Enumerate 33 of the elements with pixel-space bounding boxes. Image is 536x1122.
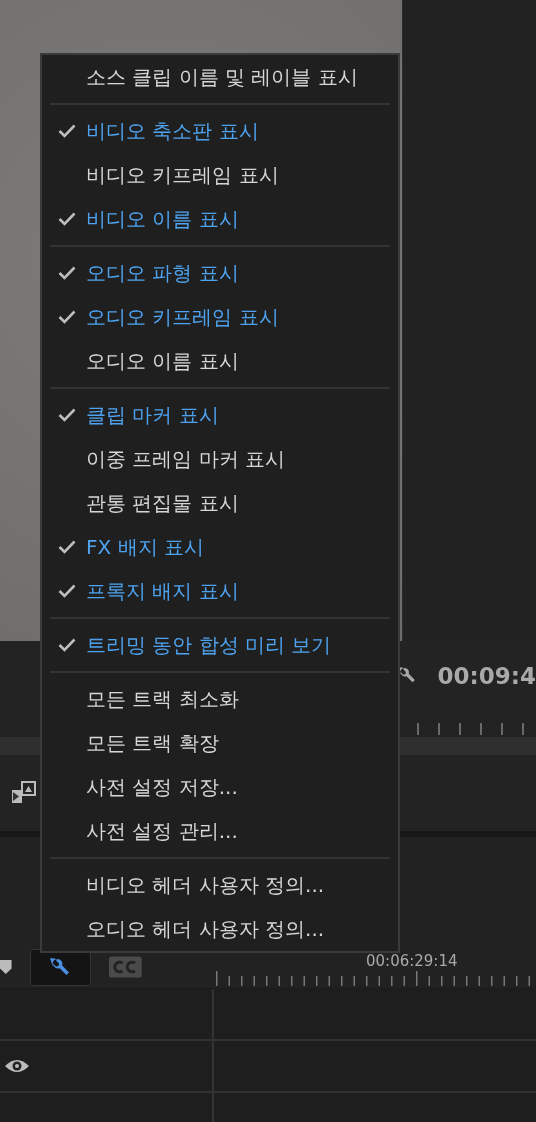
checkmark-icon — [58, 584, 76, 598]
menu-item[interactable]: 소스 클립 이름 및 레이블 표시 — [48, 55, 392, 99]
checkmark-icon — [58, 310, 76, 324]
menu-item[interactable]: 오디오 이름 표시 — [48, 339, 392, 383]
menu-item[interactable]: 트리밍 동안 합성 미리 보기 — [48, 623, 392, 667]
menu-item[interactable]: 비디오 키프레임 표시 — [48, 153, 392, 197]
menu-item[interactable]: 오디오 파형 표시 — [48, 251, 392, 295]
menu-item[interactable]: 클립 마커 표시 — [48, 393, 392, 437]
eye-icon[interactable] — [4, 1058, 30, 1074]
timecode: 00:09:4 — [437, 663, 536, 689]
checkmark-icon — [58, 408, 76, 422]
menu-item[interactable]: 프록지 배지 표시 — [48, 569, 392, 613]
menu-item[interactable]: 사전 설정 저장... — [48, 765, 392, 809]
checkmark-icon — [58, 266, 76, 280]
menu-item[interactable]: 오디오 헤더 사용자 정의... — [48, 907, 392, 951]
settings-button[interactable] — [29, 949, 92, 986]
checkmark-icon — [58, 638, 76, 652]
menu-item[interactable]: 관통 편집물 표시 — [48, 481, 392, 525]
insert-overwrite-icon[interactable] — [10, 780, 38, 806]
checkmark-icon — [58, 540, 76, 554]
menu-item[interactable]: 모든 트랙 최소화 — [48, 677, 392, 721]
menu-item[interactable]: 비디오 축소판 표시 — [48, 109, 392, 153]
menu-item[interactable]: 비디오 헤더 사용자 정의... — [48, 863, 392, 907]
marker-icon — [0, 960, 12, 974]
checkmark-icon — [58, 124, 76, 138]
checkmark-icon — [58, 212, 76, 226]
menu-item[interactable]: 사전 설정 관리... — [48, 809, 392, 853]
menu-item[interactable]: 모든 트랙 확장 — [48, 721, 392, 765]
menu-item[interactable]: 오디오 키프레임 표시 — [48, 295, 392, 339]
menu-item[interactable]: FX 배지 표시 — [48, 525, 392, 569]
menu-item[interactable]: 이중 프레임 마커 표시 — [48, 437, 392, 481]
menu-item[interactable]: 비디오 이름 표시 — [48, 197, 392, 241]
ruler-time: 00:06:29:14 — [366, 953, 458, 970]
